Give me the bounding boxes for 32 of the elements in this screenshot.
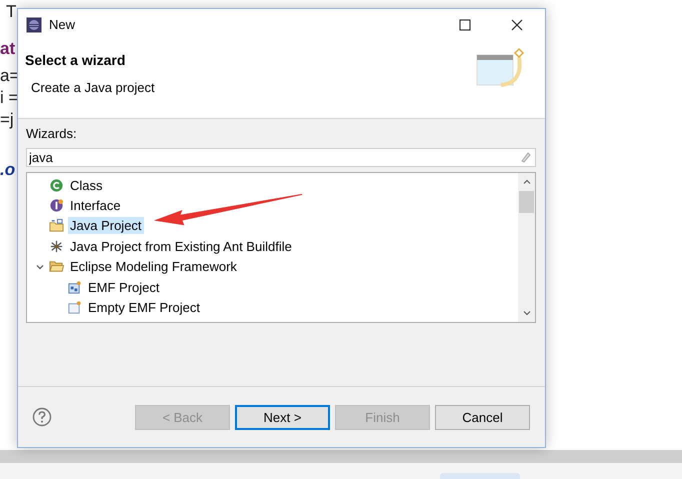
project-folder-icon bbox=[49, 218, 64, 234]
wizards-label: Wizards: bbox=[26, 126, 78, 142]
wizard-button[interactable]: Next > bbox=[235, 404, 330, 430]
code-text: at bbox=[0, 38, 16, 60]
wizard-description: Create a Java project bbox=[31, 80, 155, 95]
tree-item[interactable]: Empty EMF Project bbox=[86, 299, 202, 316]
tree-item[interactable]: Java Project bbox=[68, 217, 144, 234]
folder-icon bbox=[49, 259, 64, 274]
wizard-title: Select a wizard bbox=[25, 52, 126, 68]
maximize-icon[interactable] bbox=[459, 18, 471, 30]
filter-field[interactable]: java bbox=[26, 148, 536, 167]
ant-icon bbox=[49, 238, 64, 254]
close-icon[interactable] bbox=[511, 18, 523, 30]
tree-item[interactable]: Java Project from Existing Ant Buildfile bbox=[68, 238, 294, 255]
interface-icon bbox=[49, 198, 64, 214]
wizard-button[interactable]: Cancel bbox=[435, 404, 530, 430]
window-title: New bbox=[49, 17, 76, 32]
code-text: T bbox=[6, 3, 16, 21]
tree-item[interactable]: Interface bbox=[68, 197, 123, 214]
class-icon bbox=[49, 178, 64, 193]
empty-project-icon bbox=[67, 300, 82, 316]
scroll-thumb[interactable] bbox=[519, 191, 534, 213]
code-text: =j bbox=[0, 109, 14, 131]
tree-item[interactable]: Class bbox=[68, 176, 105, 194]
tree-item[interactable]: EMF Project bbox=[86, 278, 162, 296]
eclipse-icon bbox=[26, 16, 42, 32]
help-icon[interactable] bbox=[32, 407, 52, 427]
tree-item[interactable]: Eclipse Modeling Framework bbox=[68, 258, 239, 276]
scroll-down-icon[interactable] bbox=[522, 308, 532, 318]
code-text: .o bbox=[0, 159, 16, 181]
emf-project-icon bbox=[67, 280, 82, 295]
scrollbar[interactable] bbox=[518, 173, 535, 322]
